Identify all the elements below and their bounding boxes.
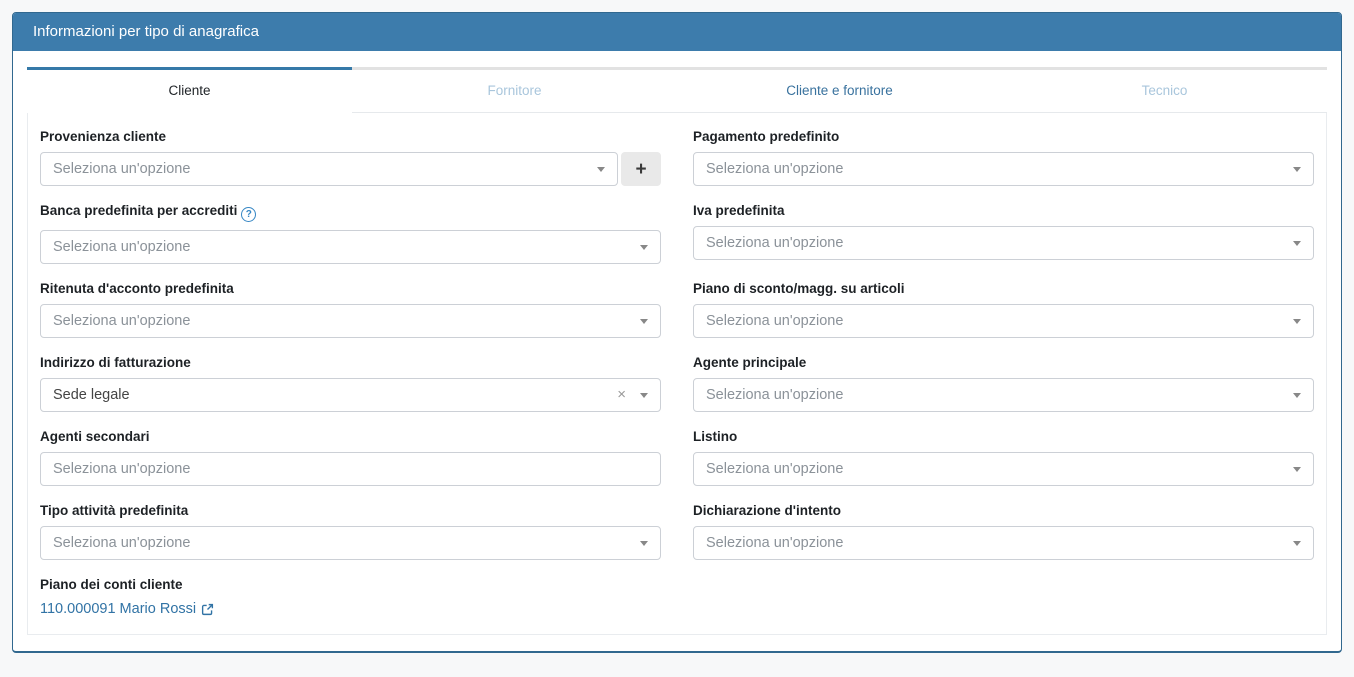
- tab-fornitore-label: Fornitore: [487, 83, 541, 98]
- piano-dei-conti-label: Piano dei conti cliente: [40, 577, 661, 592]
- banca-predefinita-label: Banca predefinita per accrediti?: [40, 203, 661, 222]
- iva-predefinita-select[interactable]: Seleziona un'opzione: [693, 226, 1314, 260]
- indirizzo-fatturazione-label: Indirizzo di fatturazione: [40, 355, 661, 370]
- select-placeholder: Seleziona un'opzione: [53, 161, 190, 177]
- agenti-secondari-label: Agenti secondari: [40, 429, 661, 444]
- anagrafica-info-card: Informazioni per tipo di anagrafica Clie…: [12, 12, 1342, 653]
- ritenuta-acconto-label: Ritenuta d'acconto predefinita: [40, 281, 661, 296]
- dichiarazione-intento-select[interactable]: Seleziona un'opzione: [693, 526, 1314, 560]
- cliente-form: Provenienza cliente Seleziona un'opzione…: [40, 129, 1314, 624]
- chevron-down-icon: [1293, 467, 1301, 472]
- add-provenienza-button[interactable]: +: [621, 152, 661, 186]
- banca-predefinita-label-text: Banca predefinita per accrediti: [40, 203, 237, 218]
- field-piano-dei-conti: Piano dei conti cliente 110.000091 Mario…: [40, 577, 661, 618]
- dichiarazione-intento-label: Dichiarazione d'intento: [693, 503, 1314, 518]
- chevron-down-icon: [640, 245, 648, 250]
- field-banca-predefinita: Banca predefinita per accrediti? Selezio…: [40, 203, 661, 264]
- tab-cliente-e-fornitore-label: Cliente e fornitore: [786, 83, 893, 98]
- field-dichiarazione-intento: Dichiarazione d'intento Seleziona un'opz…: [693, 503, 1314, 560]
- panel-title: Informazioni per tipo di anagrafica: [33, 23, 259, 40]
- agente-principale-label: Agente principale: [693, 355, 1314, 370]
- field-provenienza-cliente: Provenienza cliente Seleziona un'opzione…: [40, 129, 661, 186]
- chevron-down-icon: [1293, 241, 1301, 246]
- select-placeholder: Seleziona un'opzione: [53, 313, 190, 329]
- indirizzo-fatturazione-select[interactable]: Sede legale ×: [40, 378, 661, 412]
- chevron-down-icon: [640, 541, 648, 546]
- question-circle-icon[interactable]: ?: [241, 207, 256, 222]
- field-iva-predefinita: Iva predefinita Seleziona un'opzione: [693, 203, 1314, 264]
- field-ritenuta-acconto: Ritenuta d'acconto predefinita Seleziona…: [40, 281, 661, 338]
- anagrafica-type-tabs: Cliente Fornitore Cliente e fornitore Te…: [27, 67, 1327, 113]
- field-piano-sconto: Piano di sconto/magg. su articoli Selezi…: [693, 281, 1314, 338]
- tab-fornitore[interactable]: Fornitore: [352, 67, 677, 113]
- banca-predefinita-select[interactable]: Seleziona un'opzione: [40, 230, 661, 264]
- tipo-attivita-label: Tipo attività predefinita: [40, 503, 661, 518]
- chevron-down-icon: [640, 319, 648, 324]
- select-placeholder: Seleziona un'opzione: [706, 313, 843, 329]
- tab-content-cliente: Provenienza cliente Seleziona un'opzione…: [27, 113, 1327, 635]
- chevron-down-icon: [1293, 541, 1301, 546]
- select-placeholder: Seleziona un'opzione: [53, 239, 190, 255]
- provenienza-cliente-select[interactable]: Seleziona un'opzione: [40, 152, 618, 186]
- piano-sconto-select[interactable]: Seleziona un'opzione: [693, 304, 1314, 338]
- selected-value: Sede legale: [53, 387, 130, 403]
- field-listino: Listino Seleziona un'opzione: [693, 429, 1314, 486]
- piano-sconto-label: Piano di sconto/magg. su articoli: [693, 281, 1314, 296]
- tab-cliente[interactable]: Cliente: [27, 67, 352, 113]
- piano-dei-conti-link[interactable]: 110.000091 Mario Rossi: [40, 601, 214, 617]
- piano-dei-conti-link-text: 110.000091 Mario Rossi: [40, 601, 196, 617]
- agente-principale-select[interactable]: Seleziona un'opzione: [693, 378, 1314, 412]
- tab-cliente-e-fornitore[interactable]: Cliente e fornitore: [677, 67, 1002, 113]
- select-placeholder: Seleziona un'opzione: [706, 387, 843, 403]
- chevron-down-icon: [1293, 393, 1301, 398]
- field-tipo-attivita: Tipo attività predefinita Seleziona un'o…: [40, 503, 661, 560]
- external-link-icon: [201, 603, 214, 616]
- tab-tecnico[interactable]: Tecnico: [1002, 67, 1327, 113]
- field-indirizzo-fatturazione: Indirizzo di fatturazione Sede legale ×: [40, 355, 661, 412]
- select-placeholder: Seleziona un'opzione: [53, 461, 190, 477]
- ritenuta-acconto-select[interactable]: Seleziona un'opzione: [40, 304, 661, 338]
- clear-selection-icon[interactable]: ×: [617, 386, 626, 403]
- card-body: Cliente Fornitore Cliente e fornitore Te…: [13, 51, 1341, 655]
- select-placeholder: Seleziona un'opzione: [706, 161, 843, 177]
- listino-label: Listino: [693, 429, 1314, 444]
- card-header: Informazioni per tipo di anagrafica: [13, 13, 1341, 51]
- chevron-down-icon: [1293, 167, 1301, 172]
- field-agenti-secondari: Agenti secondari Seleziona un'opzione: [40, 429, 661, 486]
- select-placeholder: Seleziona un'opzione: [53, 535, 190, 551]
- chevron-down-icon: [1293, 319, 1301, 324]
- iva-predefinita-label: Iva predefinita: [693, 203, 1314, 218]
- select-placeholder: Seleziona un'opzione: [706, 235, 843, 251]
- listino-select[interactable]: Seleziona un'opzione: [693, 452, 1314, 486]
- tab-cliente-label: Cliente: [168, 83, 210, 98]
- tab-tecnico-label: Tecnico: [1142, 83, 1188, 98]
- provenienza-cliente-label: Provenienza cliente: [40, 129, 661, 144]
- chevron-down-icon: [640, 393, 648, 398]
- agenti-secondari-select[interactable]: Seleziona un'opzione: [40, 452, 661, 486]
- field-agente-principale: Agente principale Seleziona un'opzione: [693, 355, 1314, 412]
- pagamento-predefinito-select[interactable]: Seleziona un'opzione: [693, 152, 1314, 186]
- select-placeholder: Seleziona un'opzione: [706, 461, 843, 477]
- select-placeholder: Seleziona un'opzione: [706, 535, 843, 551]
- field-pagamento-predefinito: Pagamento predefinito Seleziona un'opzio…: [693, 129, 1314, 186]
- plus-icon: +: [635, 159, 646, 180]
- chevron-down-icon: [597, 167, 605, 172]
- tipo-attivita-select[interactable]: Seleziona un'opzione: [40, 526, 661, 560]
- pagamento-predefinito-label: Pagamento predefinito: [693, 129, 1314, 144]
